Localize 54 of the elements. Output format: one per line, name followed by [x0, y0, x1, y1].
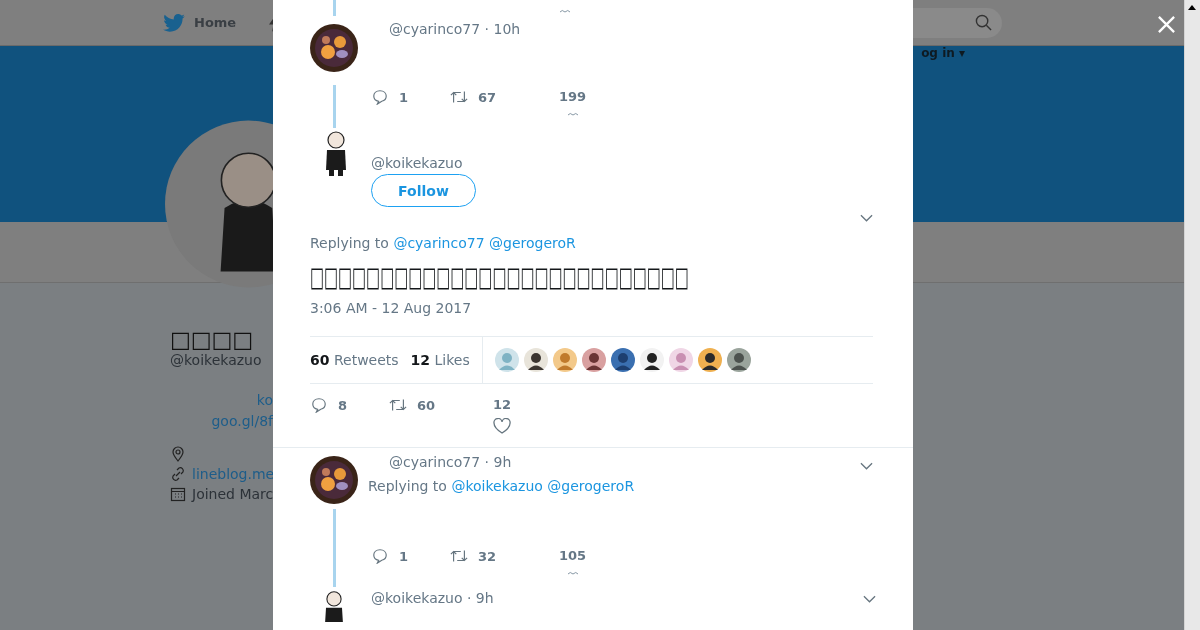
profile-name: □□□□: [170, 328, 254, 352]
mention-link[interactable]: @gerogeroR: [547, 478, 635, 494]
follow-button[interactable]: Follow: [371, 174, 476, 207]
home-link[interactable]: Home: [194, 15, 237, 30]
profile-handle: @koikekazuo: [170, 352, 262, 368]
reply-count: 1: [399, 89, 409, 105]
like-icon[interactable]: [559, 9, 571, 13]
retweet-count: 67: [478, 89, 497, 105]
retweet-count: 32: [478, 548, 497, 564]
tweet-handle: @koikekazuo: [371, 155, 463, 171]
bird-icon: [163, 13, 185, 32]
reply-count: 1: [399, 548, 409, 564]
search-icon: [975, 14, 992, 31]
likes-stat[interactable]: 12 Likes: [410, 352, 470, 368]
tweet-handle: @cyarinco77 · 10h: [389, 21, 521, 37]
joined-date: Joined Marc: [192, 486, 274, 502]
link-icon: [170, 466, 186, 482]
location-icon: [170, 446, 186, 462]
scrollbar[interactable]: [1184, 0, 1200, 630]
reply-icon[interactable]: [310, 397, 328, 413]
bio-link[interactable]: ko: [256, 390, 273, 411]
retweet-icon[interactable]: [389, 397, 407, 413]
chevron-icon[interactable]: [860, 462, 873, 470]
close-icon[interactable]: [1157, 15, 1176, 34]
retweet-icon[interactable]: [450, 89, 468, 105]
tweet-handle: @cyarinco77 · 9h: [389, 454, 512, 470]
tweet-text: □□□□□□□□□□□□□□□□□□□□□□□□□□□: [310, 260, 689, 294]
heart-icon[interactable]: [493, 418, 512, 435]
website-link[interactable]: lineblog.me: [192, 466, 275, 482]
reply-icon[interactable]: [371, 89, 389, 105]
mention-link[interactable]: @gerogeroR: [489, 235, 576, 251]
reply-count: 8: [338, 397, 348, 413]
like-icon[interactable]: [566, 571, 579, 575]
retweet-icon[interactable]: [450, 548, 468, 564]
like-count: 105: [559, 548, 587, 563]
replying-to: Replying to @cyarinco77 @gerogeroR: [310, 234, 576, 252]
like-count: 199: [559, 89, 587, 104]
bio-link[interactable]: goo.gl/8f: [211, 411, 273, 432]
chevron-icon[interactable]: [860, 214, 873, 222]
retweet-count: 60: [417, 397, 436, 413]
mention-link[interactable]: @koikekazuo: [451, 478, 543, 494]
scroll-up-icon[interactable]: [1187, 3, 1197, 13]
retweets-stat[interactable]: 60 Retweets: [310, 352, 399, 368]
tweet-timestamp: 3:06 AM - 12 Aug 2017: [310, 300, 473, 316]
chevron-icon[interactable]: [863, 595, 876, 603]
replying-to: Replying to @koikekazuo @gerogeroR: [368, 477, 635, 495]
calendar-icon: [170, 486, 186, 502]
like-count: 12: [493, 397, 512, 412]
mention-link[interactable]: @cyarinco77: [393, 235, 485, 251]
thread-line: [332, 85, 336, 128]
reply-icon[interactable]: [371, 548, 389, 564]
tweet-handle: @koikekazuo · 9h: [371, 590, 494, 606]
like-icon[interactable]: [566, 112, 579, 116]
login-link[interactable]: og in ▾: [921, 46, 965, 60]
